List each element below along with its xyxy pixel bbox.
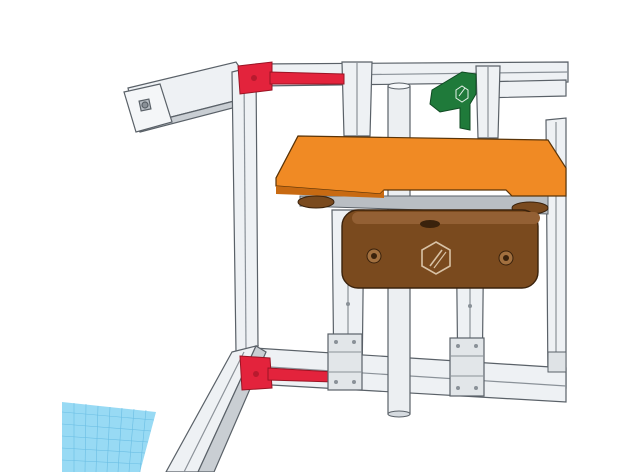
linear-bearing-left[interactable] <box>327 333 363 391</box>
workplane-grid[interactable] <box>61 402 156 472</box>
bed-carriage-block[interactable] <box>341 209 540 289</box>
print-bed-plate[interactable] <box>275 135 567 215</box>
3d-viewport[interactable] <box>0 0 628 472</box>
linear-bearing-right[interactable] <box>449 337 485 397</box>
scene-canvas[interactable] <box>0 0 628 472</box>
extrusion-right-end <box>547 351 567 373</box>
